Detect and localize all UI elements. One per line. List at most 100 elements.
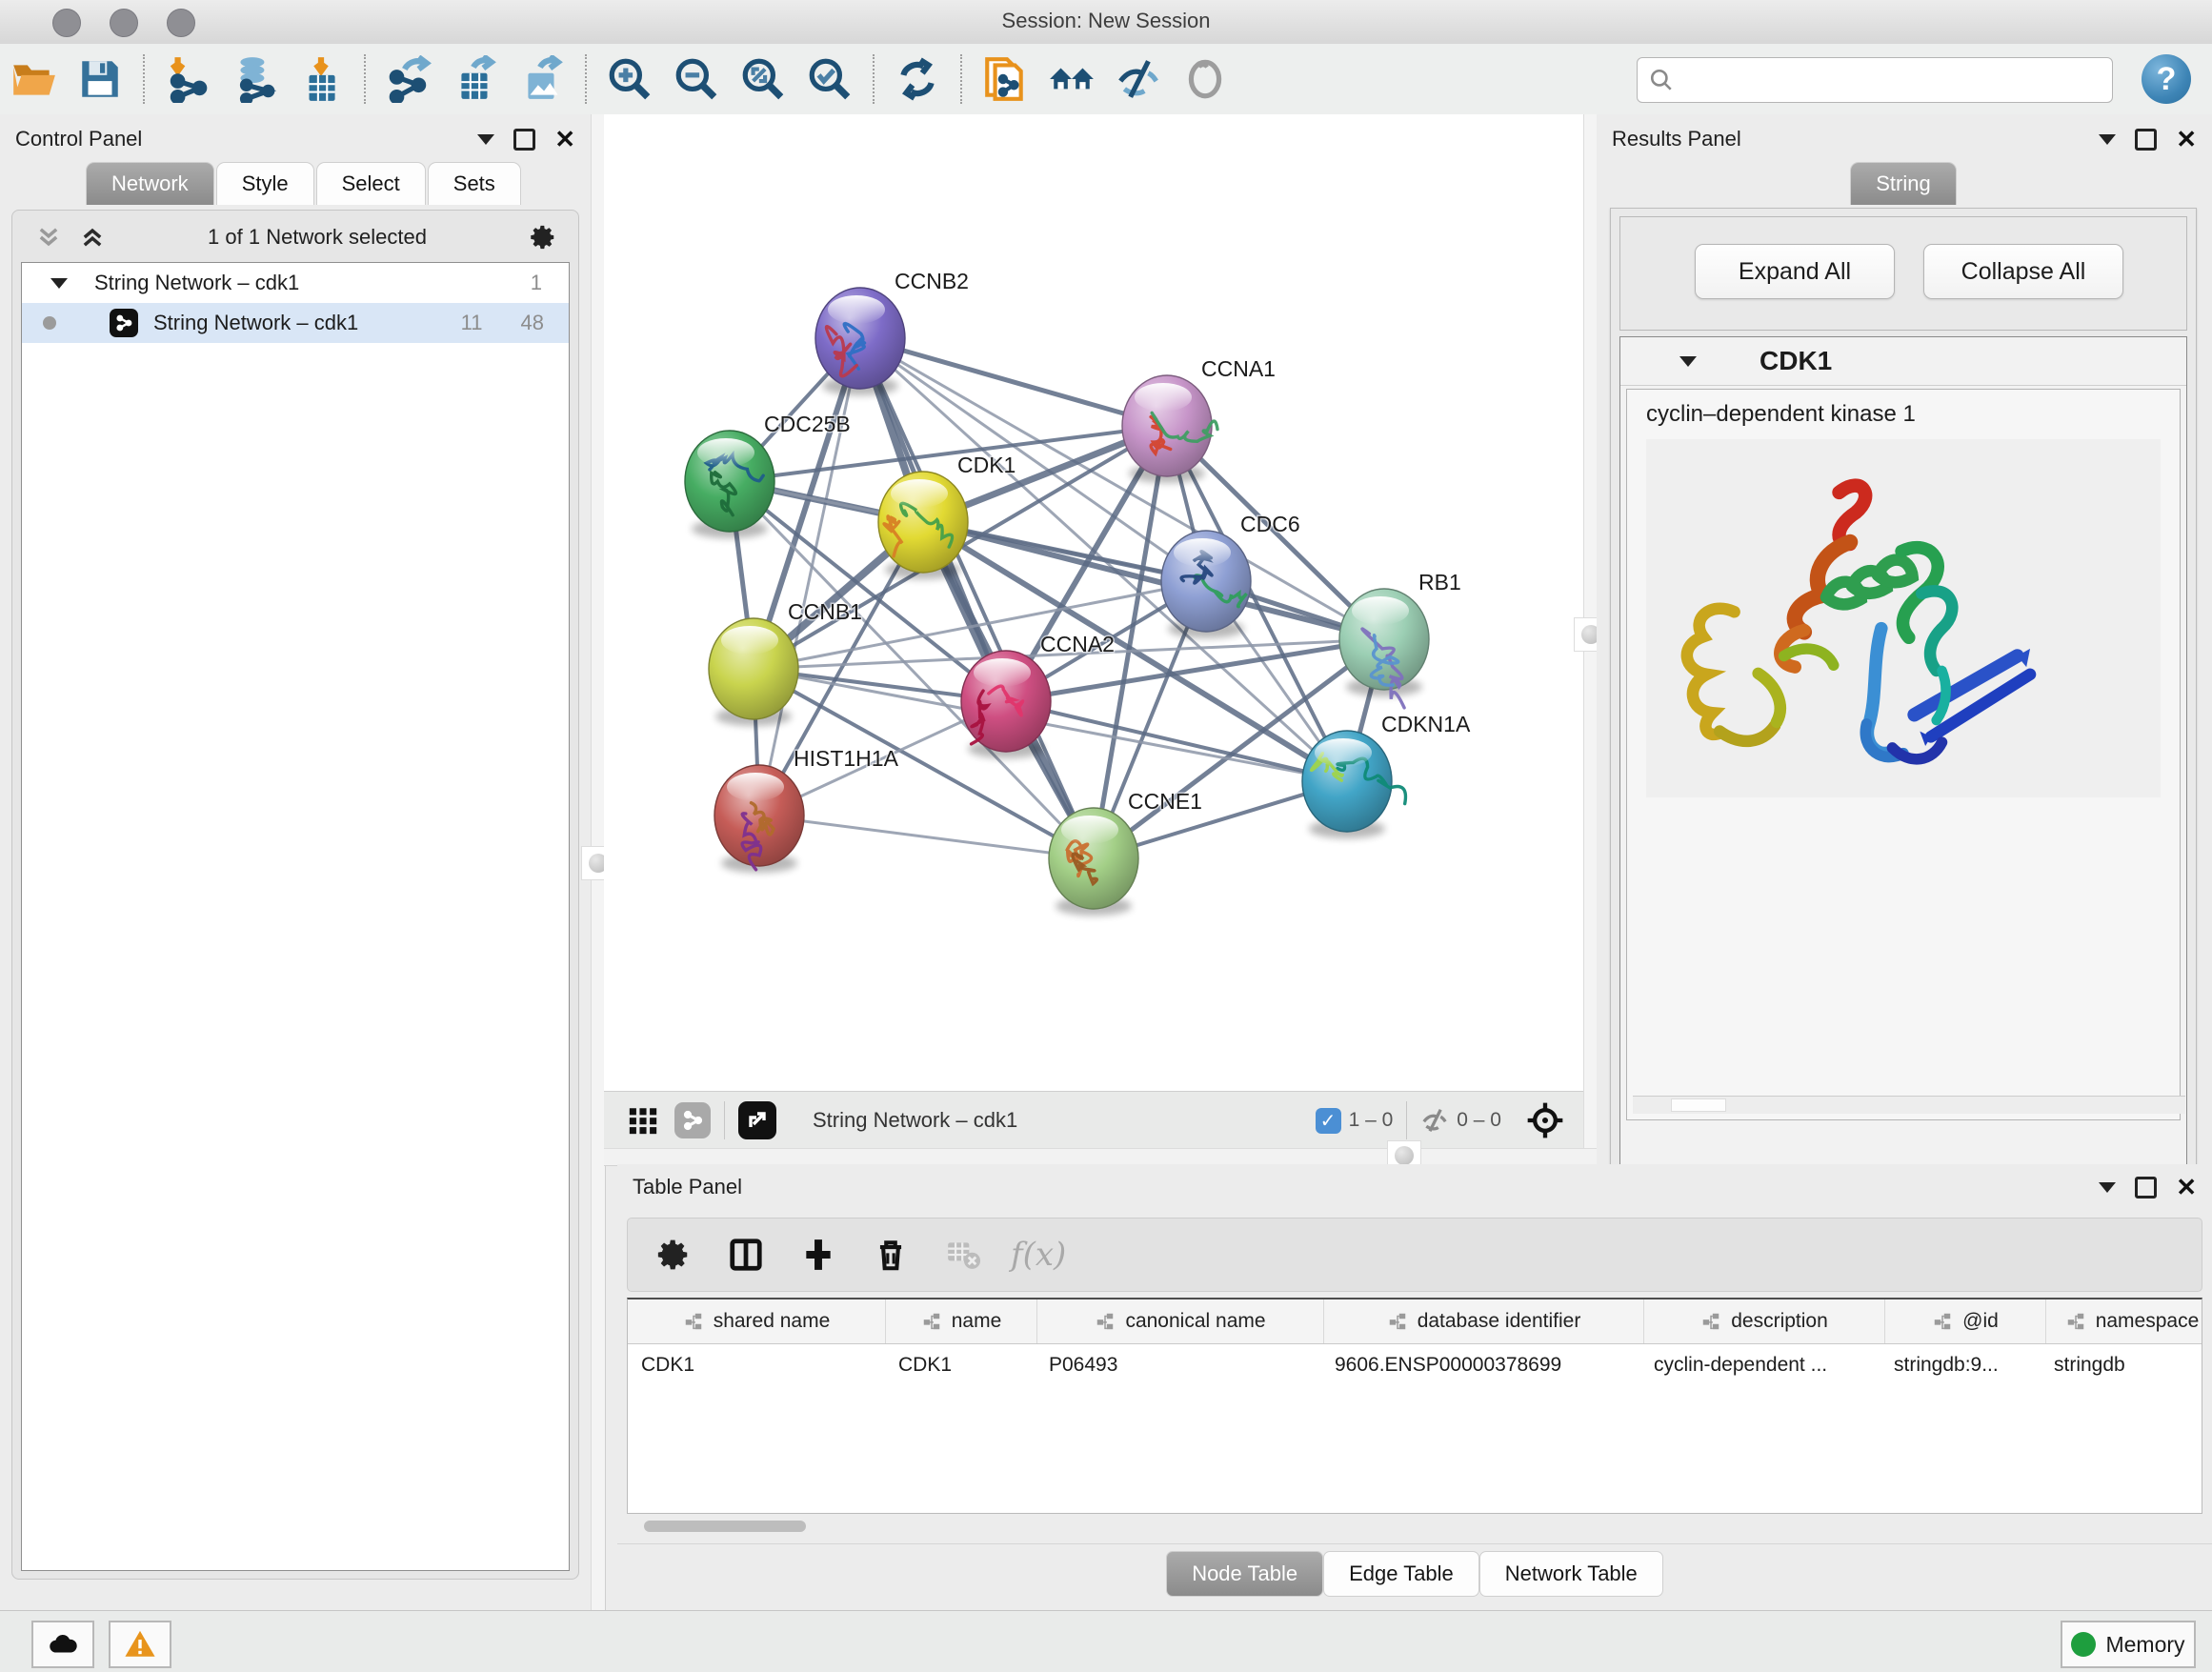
expand-all-button[interactable]: Expand All <box>1695 244 1895 299</box>
network-node-RB1[interactable] <box>1339 589 1429 708</box>
collection-expander-icon[interactable] <box>50 278 68 289</box>
gene-expander-icon[interactable] <box>1679 356 1697 367</box>
results-panel: Results Panel ✕ String Expand All Collap… <box>1597 114 2212 1164</box>
hidden-eye-icon[interactable] <box>1420 1106 1449 1135</box>
table-column-header[interactable]: description <box>1644 1299 1885 1343</box>
network-options-gear-icon[interactable] <box>529 223 557 252</box>
network-node-CDC25B[interactable] <box>685 431 774 538</box>
table-column-header[interactable]: canonical name <box>1037 1299 1324 1343</box>
help-button[interactable]: ? <box>2142 54 2191 104</box>
import-network-database-icon[interactable] <box>230 54 279 104</box>
memory-button[interactable]: Memory <box>2061 1621 2196 1668</box>
home-networks-icon[interactable] <box>1047 54 1096 104</box>
network-canvas[interactable]: CCNB2CCNA1CDC25BCDK1CDC6RB1CCNB1CCNA2CDK… <box>604 114 1583 1091</box>
network-edge[interactable] <box>1006 701 1347 781</box>
export-network-icon[interactable] <box>384 54 433 104</box>
table-column-header[interactable]: name <box>886 1299 1037 1343</box>
node-label-CCNA2: CCNA2 <box>1040 632 1115 656</box>
control-panel-menu-icon[interactable] <box>477 134 494 145</box>
tab-network-table[interactable]: Network Table <box>1479 1551 1663 1597</box>
delete-column-icon[interactable] <box>864 1228 917 1281</box>
grid-view-icon[interactable] <box>627 1104 659 1137</box>
table-column-header[interactable]: @id <box>1885 1299 2046 1343</box>
table-cell[interactable]: stringdb <box>2041 1354 2202 1377</box>
network-node-CDC6[interactable] <box>1161 531 1251 638</box>
network-node-CCNB1[interactable] <box>709 618 798 726</box>
network-node-CCNA1[interactable] <box>1122 375 1217 483</box>
table-panel-float-icon[interactable] <box>2135 1177 2157 1199</box>
show-all-eye-icon[interactable] <box>1180 54 1230 104</box>
export-table-icon[interactable] <box>451 54 500 104</box>
tab-select[interactable]: Select <box>316 162 426 205</box>
open-in-new-window-icon[interactable] <box>738 1101 776 1139</box>
tab-network[interactable]: Network <box>86 162 214 205</box>
birdseye-crosshair-icon[interactable] <box>1526 1101 1564 1139</box>
export-image-icon[interactable] <box>517 54 567 104</box>
import-network-file-icon[interactable] <box>163 54 212 104</box>
table-cell[interactable]: P06493 <box>1036 1354 1321 1377</box>
search-input[interactable] <box>1681 60 2112 100</box>
control-panel-close-icon[interactable]: ✕ <box>554 127 575 151</box>
share-view-icon[interactable] <box>674 1102 711 1138</box>
collection-label: String Network – cdk1 <box>94 271 531 295</box>
network-svg: CCNB2CCNA1CDC25BCDK1CDC6RB1CCNB1CCNA2CDK… <box>604 114 1583 1091</box>
warnings-button[interactable] <box>109 1621 171 1668</box>
table-hscrollbar[interactable] <box>627 1519 2201 1534</box>
column-label: description <box>1731 1310 1828 1333</box>
collapse-all-icon[interactable] <box>35 224 62 251</box>
table-cell[interactable]: cyclin-dependent ... <box>1640 1354 1880 1377</box>
zoom-out-icon[interactable] <box>672 54 721 104</box>
zoom-selected-icon[interactable] <box>805 54 855 104</box>
import-table-file-icon[interactable] <box>296 54 346 104</box>
table-row[interactable]: CDK1CDK1P064939606.ENSP00000378699cyclin… <box>628 1344 2202 1386</box>
warning-icon <box>124 1628 156 1661</box>
show-columns-icon[interactable] <box>719 1228 773 1281</box>
memory-status-dot <box>2071 1632 2096 1657</box>
table-cell[interactable]: 9606.ENSP00000378699 <box>1321 1354 1640 1377</box>
node-label-CCNE1: CCNE1 <box>1128 789 1202 814</box>
results-panel-float-icon[interactable] <box>2135 129 2157 151</box>
network-edge[interactable] <box>759 338 860 816</box>
add-column-icon[interactable] <box>792 1228 845 1281</box>
tab-sets[interactable]: Sets <box>428 162 521 205</box>
network-node-HIST1H1A[interactable] <box>714 765 804 873</box>
table-panel-menu-icon[interactable] <box>2099 1182 2116 1193</box>
table-cell[interactable]: CDK1 <box>885 1354 1036 1377</box>
results-panel-menu-icon[interactable] <box>2099 134 2116 145</box>
network-edge[interactable] <box>860 338 1094 858</box>
network-edge[interactable] <box>759 816 1094 858</box>
refresh-view-icon[interactable] <box>893 54 942 104</box>
table-options-gear-icon[interactable] <box>647 1228 700 1281</box>
network-node-CDKN1A[interactable] <box>1302 731 1405 838</box>
hide-selected-eye-icon[interactable] <box>1114 54 1163 104</box>
tab-style[interactable]: Style <box>216 162 314 205</box>
zoom-in-icon[interactable] <box>605 54 654 104</box>
table-panel-title: Table Panel <box>617 1175 2099 1199</box>
cloud-status-button[interactable] <box>31 1621 94 1668</box>
table-column-header[interactable]: shared name <box>628 1299 886 1343</box>
tab-string[interactable]: String <box>1850 162 1956 205</box>
table-panel-close-icon[interactable]: ✕ <box>2176 1175 2197 1199</box>
results-scrollbar[interactable] <box>1633 1096 2185 1114</box>
tab-edge-table[interactable]: Edge Table <box>1323 1551 1479 1597</box>
network-row-selected[interactable]: String Network – cdk1 11 48 <box>22 303 569 343</box>
network-edge[interactable] <box>860 338 1167 426</box>
table-column-header[interactable]: database identifier <box>1324 1299 1644 1343</box>
network-node-CCNE1[interactable] <box>1049 808 1138 916</box>
zoom-fit-icon[interactable] <box>738 54 788 104</box>
results-panel-close-icon[interactable]: ✕ <box>2176 127 2197 151</box>
open-session-icon[interactable] <box>9 54 58 104</box>
tab-node-table[interactable]: Node Table <box>1166 1551 1323 1597</box>
network-node-CCNB2[interactable] <box>815 288 905 395</box>
expand-all-icon[interactable] <box>79 224 106 251</box>
table-cell[interactable]: stringdb:9... <box>1880 1354 2041 1377</box>
document-share-icon[interactable] <box>980 54 1030 104</box>
control-panel-float-icon[interactable] <box>513 129 535 151</box>
collapse-all-button[interactable]: Collapse All <box>1923 244 2123 299</box>
save-session-icon[interactable] <box>75 54 125 104</box>
network-node-CDK1[interactable] <box>878 472 968 579</box>
selected-checkbox-icon[interactable]: ✓ <box>1316 1108 1341 1134</box>
table-column-header[interactable]: namespace <box>2046 1299 2202 1343</box>
network-collection-row[interactable]: String Network – cdk1 1 <box>22 263 569 303</box>
table-cell[interactable]: CDK1 <box>628 1354 885 1377</box>
